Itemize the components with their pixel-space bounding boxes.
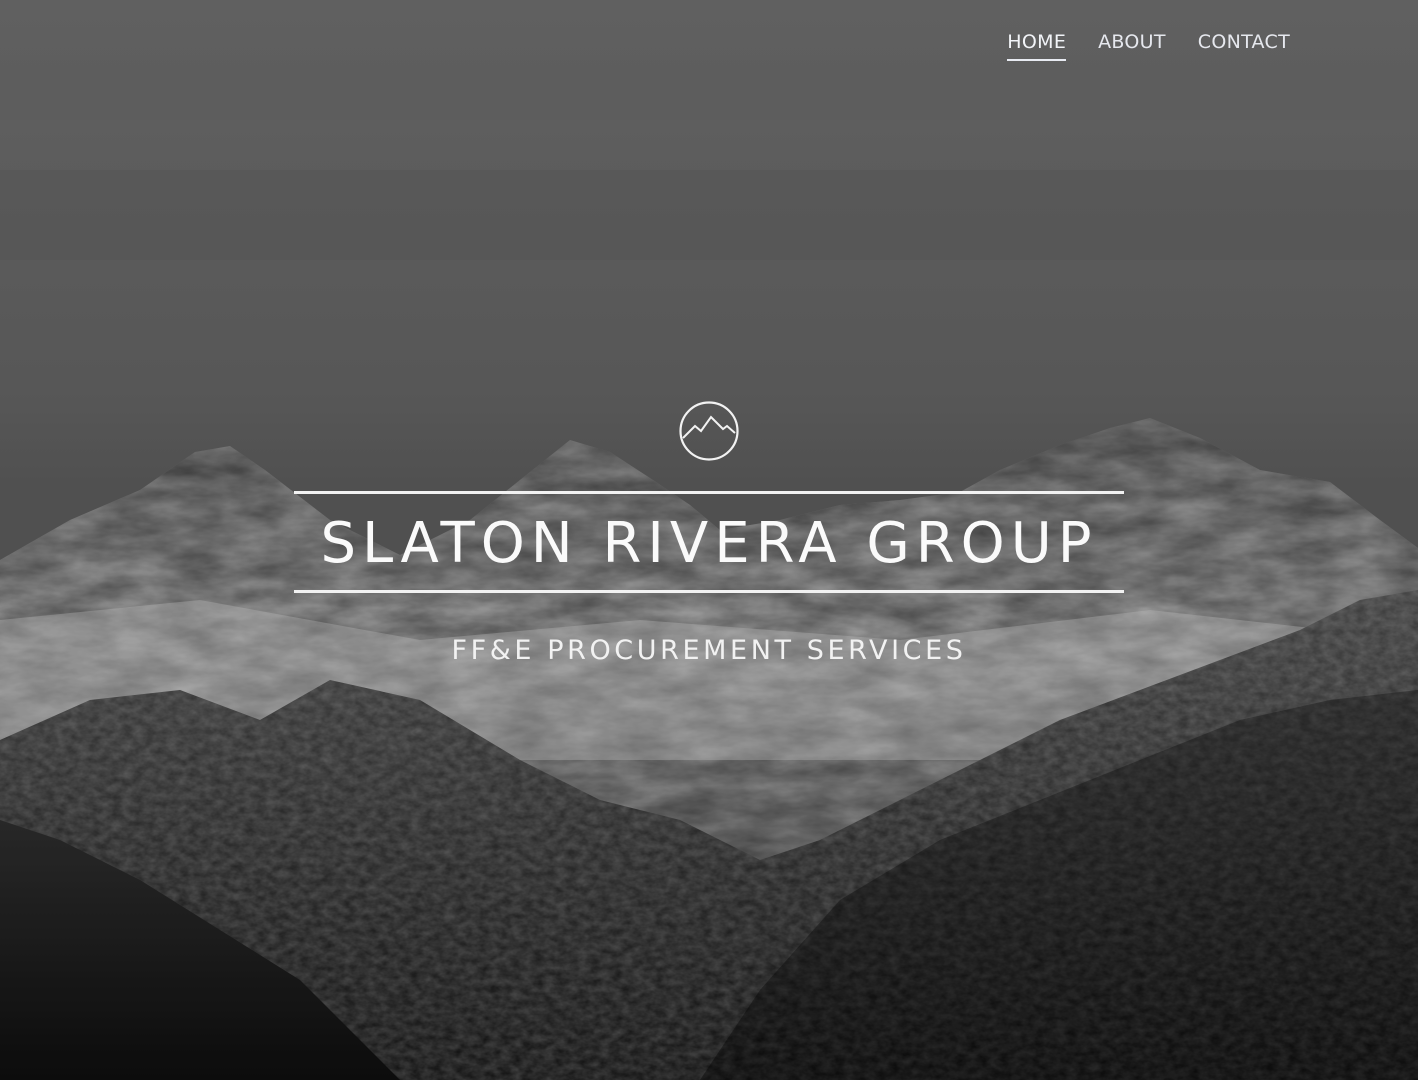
hero-section: HOME ABOUT CONTACT SLATON RIVERA GROUP F…: [0, 0, 1418, 1080]
mountain-circle-icon: [679, 401, 739, 461]
main-navigation: HOME ABOUT CONTACT: [1007, 30, 1290, 61]
brand-block: SLATON RIVERA GROUP FF&E PROCUREMENT SER…: [294, 400, 1124, 669]
nav-about-link[interactable]: ABOUT: [1098, 30, 1166, 61]
company-name-title: SLATON RIVERA GROUP: [320, 511, 1098, 576]
title-bottom-divider: [294, 590, 1124, 593]
nav-contact-link[interactable]: CONTACT: [1198, 30, 1290, 61]
company-tagline: FF&E PROCUREMENT SERVICES: [451, 635, 967, 666]
nav-home-link[interactable]: HOME: [1007, 30, 1067, 61]
